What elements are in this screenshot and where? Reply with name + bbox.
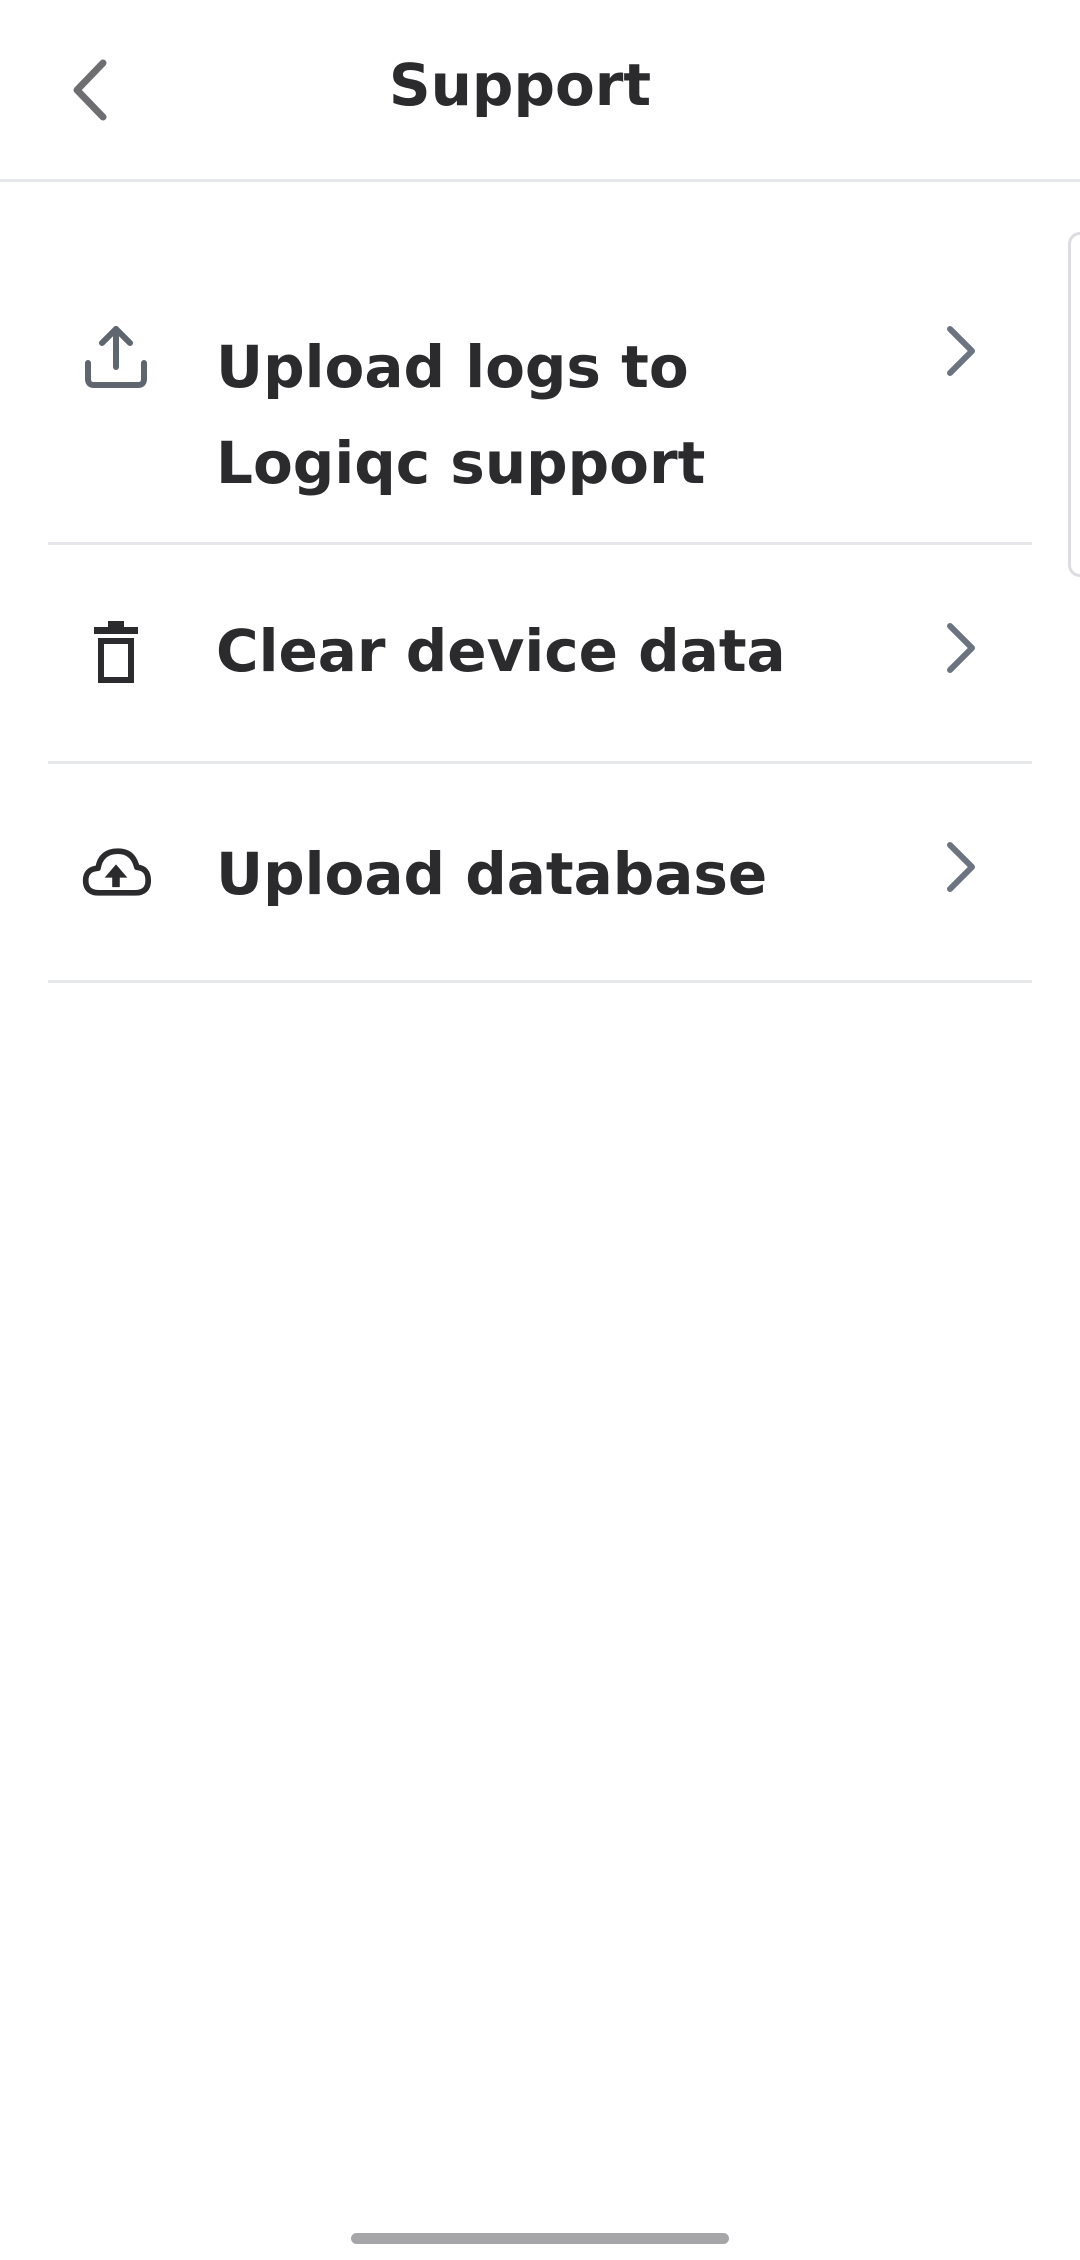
support-options-list: Upload logs to Logiqc support Clear devi…	[48, 285, 1032, 983]
trash-icon	[80, 617, 152, 689]
side-panel-handle[interactable]	[1068, 232, 1080, 577]
chevron-right-icon	[936, 321, 984, 381]
upload-logs-label: Upload logs to Logiqc support	[216, 333, 706, 497]
upload-icon	[80, 321, 152, 393]
upload-database-item[interactable]: Upload database	[48, 764, 1032, 983]
page-title: Support	[388, 51, 652, 119]
clear-device-data-item[interactable]: Clear device data	[48, 545, 1032, 764]
upload-logs-item[interactable]: Upload logs to Logiqc support	[48, 285, 1032, 545]
chevron-right-icon	[936, 837, 984, 897]
cloud-upload-icon	[80, 836, 152, 908]
chevron-right-icon	[936, 618, 984, 678]
clear-device-data-label: Clear device data	[216, 617, 786, 685]
upload-database-label: Upload database	[216, 840, 768, 908]
home-indicator[interactable]	[351, 2233, 729, 2244]
top-bar: Support	[0, 0, 1080, 182]
